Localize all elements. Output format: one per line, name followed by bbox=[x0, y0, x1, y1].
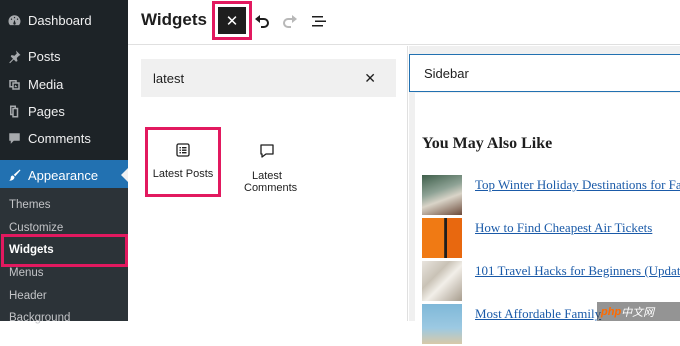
post-thumbnail[interactable] bbox=[422, 175, 462, 215]
editor-header: Widgets ✕ bbox=[128, 0, 680, 45]
block-search-input[interactable] bbox=[153, 59, 353, 97]
post-thumbnail[interactable] bbox=[422, 261, 462, 301]
page-title: Widgets bbox=[141, 10, 207, 29]
post-link[interactable]: 101 Travel Hacks for Beginners (Updato bbox=[475, 263, 680, 279]
admin-sidebar: Dashboard Posts Media Pages Comments App… bbox=[0, 0, 128, 324]
latest-posts-highlight-box bbox=[145, 127, 221, 197]
submenu-item-header[interactable]: Header bbox=[9, 290, 47, 302]
menu-label: Dashboard bbox=[28, 12, 92, 28]
submenu-item-background[interactable]: Background bbox=[9, 312, 70, 324]
post-list-item: Top Winter Holiday Destinations for Fa bbox=[422, 175, 680, 217]
block-search-box: ✕ bbox=[141, 59, 396, 97]
menu-item-pages[interactable]: Pages bbox=[0, 97, 128, 125]
sidebar-content: You May Also Like Top Winter Holiday Des… bbox=[415, 93, 680, 344]
block-label: Latest Comments bbox=[244, 170, 298, 194]
sidebar-widget-area-header[interactable]: Sidebar bbox=[409, 54, 680, 92]
menu-label: Pages bbox=[28, 103, 65, 119]
media-icon bbox=[6, 76, 22, 92]
block-latest-comments[interactable]: Latest Comments bbox=[229, 127, 305, 207]
block-inserter-panel: ✕ Latest Posts Latest Comments bbox=[128, 46, 408, 321]
post-link[interactable]: How to Find Cheapest Air Tickets bbox=[475, 220, 652, 236]
redo-icon[interactable] bbox=[280, 11, 300, 31]
widgets-highlight-box bbox=[1, 234, 128, 267]
menu-item-dashboard[interactable]: Dashboard bbox=[0, 6, 128, 34]
post-thumbnail[interactable] bbox=[422, 304, 462, 344]
brush-icon bbox=[6, 167, 22, 183]
post-link[interactable]: Most Affordable Family bbox=[475, 306, 601, 322]
sidebar-title: Sidebar bbox=[424, 66, 469, 81]
pin-icon bbox=[6, 48, 22, 64]
close-icon: ✕ bbox=[225, 12, 239, 30]
menu-item-posts[interactable]: Posts bbox=[0, 42, 128, 70]
post-thumbnail[interactable] bbox=[422, 218, 462, 258]
submenu-item-themes[interactable]: Themes bbox=[9, 199, 51, 211]
list-view-icon[interactable] bbox=[309, 11, 329, 31]
comment-icon bbox=[6, 130, 22, 146]
menu-label: Appearance bbox=[28, 167, 99, 183]
submenu-item-menus[interactable]: Menus bbox=[9, 267, 44, 279]
watermark-suffix: 中文网 bbox=[621, 306, 655, 319]
watermark-brand: php bbox=[601, 305, 622, 318]
close-inserter-button[interactable]: ✕ bbox=[218, 7, 246, 34]
site-watermark: php 中文网 bbox=[597, 302, 680, 321]
post-list-item: How to Find Cheapest Air Tickets bbox=[422, 218, 680, 260]
menu-label: Posts bbox=[28, 48, 61, 64]
widget-area-preview: Sidebar You May Also Like Top Winter Hol… bbox=[409, 46, 680, 344]
menu-label: Media bbox=[28, 76, 64, 92]
menu-item-comments[interactable]: Comments bbox=[0, 124, 128, 152]
post-link[interactable]: Top Winter Holiday Destinations for Fa bbox=[475, 177, 680, 193]
dashboard-icon bbox=[6, 12, 22, 28]
submenu-item-customize[interactable]: Customize bbox=[9, 222, 63, 234]
menu-item-media[interactable]: Media bbox=[0, 70, 128, 98]
comment-bubble-icon bbox=[229, 143, 305, 159]
clear-search-icon[interactable]: ✕ bbox=[364, 70, 376, 87]
menu-item-appearance[interactable]: Appearance bbox=[0, 160, 128, 190]
widget-heading: You May Also Like bbox=[422, 135, 553, 152]
pages-icon bbox=[6, 103, 22, 119]
post-list-item: 101 Travel Hacks for Beginners (Updato bbox=[422, 261, 680, 303]
menu-label: Comments bbox=[28, 130, 91, 146]
undo-icon[interactable] bbox=[252, 11, 272, 31]
close-button-highlight: ✕ bbox=[212, 1, 252, 40]
